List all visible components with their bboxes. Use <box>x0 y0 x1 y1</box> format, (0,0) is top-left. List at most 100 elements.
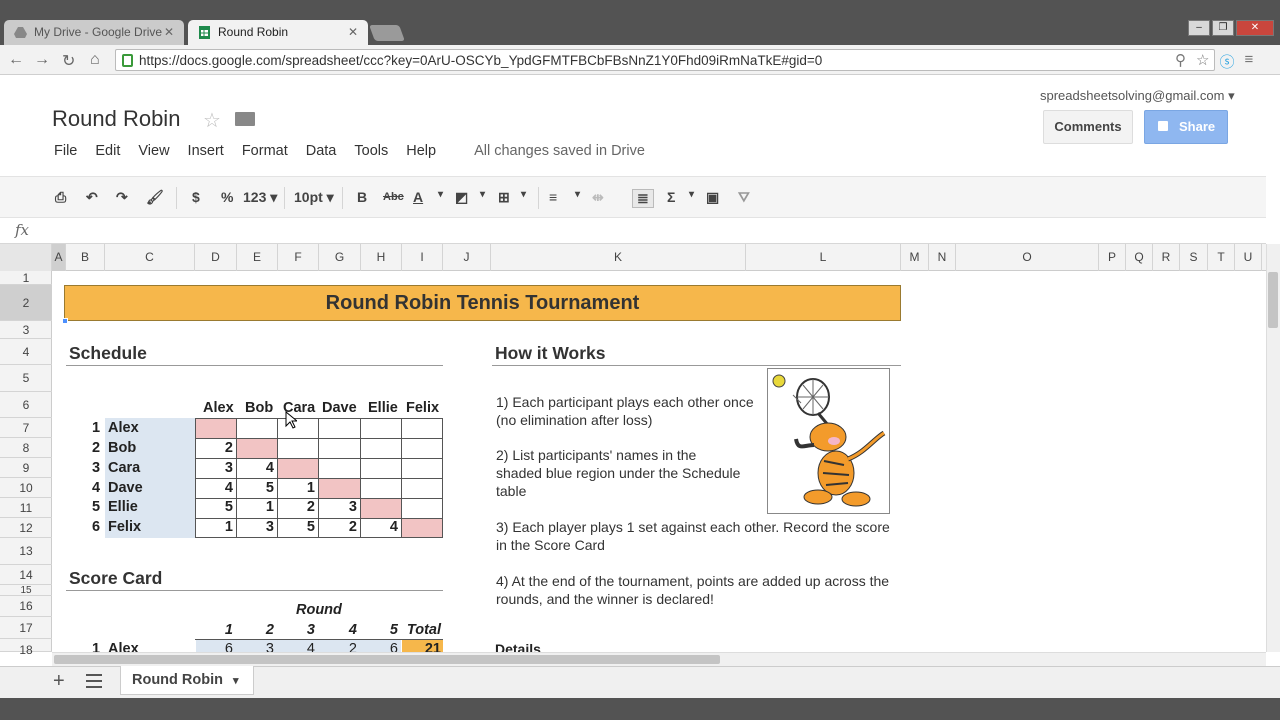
round-cell[interactable]: 2 <box>318 519 357 535</box>
column-header-j[interactable]: J <box>443 244 491 271</box>
row-header-13[interactable]: 13 <box>0 538 52 565</box>
insert-chart-icon[interactable]: ▣ <box>706 189 719 206</box>
undo-icon[interactable]: ↶ <box>86 189 98 206</box>
menu-help[interactable]: Help <box>406 143 436 159</box>
column-header-l[interactable]: L <box>746 244 901 271</box>
column-header-d[interactable]: D <box>195 244 237 271</box>
close-tab-icon[interactable]: ✕ <box>348 20 358 45</box>
row-header-12[interactable]: 12 <box>0 518 52 538</box>
menu-edit[interactable]: Edit <box>95 143 120 159</box>
browser-tab-round-robin[interactable]: Round Robin ✕ <box>188 20 368 45</box>
share-button[interactable]: Share <box>1144 110 1228 144</box>
player-name[interactable]: Cara <box>108 460 140 476</box>
column-header-p[interactable]: P <box>1099 244 1126 271</box>
player-name[interactable]: Felix <box>108 519 141 535</box>
merge-cells-icon[interactable]: ⇹ <box>592 189 604 206</box>
player-name[interactable]: Ellie <box>108 499 138 515</box>
score-cell[interactable]: 4 <box>277 641 315 652</box>
row-header-16[interactable]: 16 <box>0 596 52 617</box>
row-header-11[interactable]: 11 <box>0 498 52 518</box>
score-cell[interactable]: 3 <box>236 641 274 652</box>
select-all-corner[interactable] <box>0 244 52 271</box>
player-name[interactable]: Alex <box>108 420 139 436</box>
add-sheet-icon[interactable]: + <box>53 670 65 693</box>
text-color-button[interactable]: A <box>413 189 423 205</box>
player-name[interactable]: Bob <box>108 440 136 456</box>
functions-button[interactable]: Σ <box>667 189 675 205</box>
score-cell[interactable]: 6 <box>360 641 398 652</box>
back-icon[interactable]: ← <box>8 51 24 69</box>
score-cell[interactable]: 2 <box>318 641 357 652</box>
round-cell[interactable]: 1 <box>277 480 315 496</box>
column-header-q[interactable]: Q <box>1126 244 1153 271</box>
borders-icon[interactable]: ⊞ <box>498 189 510 206</box>
sheet-tab-round-robin[interactable]: Round Robin ▾ <box>120 666 254 695</box>
menu-tools[interactable]: Tools <box>354 143 388 159</box>
row-header-6[interactable]: 6 <box>0 392 52 418</box>
round-cell[interactable]: 4 <box>360 519 398 535</box>
currency-format-button[interactable]: $ <box>192 189 200 205</box>
round-cell[interactable]: 3 <box>236 519 274 535</box>
skype-icon[interactable]: ⓢ <box>1219 51 1234 72</box>
row-header-9[interactable]: 9 <box>0 458 52 478</box>
row-header-3[interactable]: 3 <box>0 321 52 339</box>
new-tab-button[interactable] <box>369 25 405 41</box>
column-header-n[interactable]: N <box>929 244 956 271</box>
round-cell[interactable]: 1 <box>236 499 274 515</box>
fill-handle[interactable] <box>62 318 68 324</box>
close-tab-icon[interactable]: ✕ <box>164 20 174 45</box>
document-title[interactable]: Round Robin <box>52 106 180 132</box>
column-header-u[interactable]: U <box>1235 244 1262 271</box>
row-header-2[interactable]: 2 <box>0 285 52 321</box>
sheet-list-icon[interactable] <box>86 674 102 688</box>
column-header-m[interactable]: M <box>901 244 929 271</box>
menu-format[interactable]: Format <box>242 143 288 159</box>
column-header-s[interactable]: S <box>1180 244 1208 271</box>
bookmark-star-icon[interactable]: ☆ <box>1196 51 1209 72</box>
round-cell[interactable]: 3 <box>195 460 233 476</box>
comments-button[interactable]: Comments <box>1043 110 1133 144</box>
column-header-h[interactable]: H <box>361 244 402 271</box>
player-name[interactable]: Dave <box>108 480 143 496</box>
minimize-icon[interactable]: – <box>1188 20 1210 36</box>
folder-icon[interactable] <box>235 112 255 126</box>
round-cell[interactable]: 5 <box>195 499 233 515</box>
column-header-k[interactable]: K <box>491 244 746 271</box>
chevron-down-icon[interactable]: ▾ <box>521 189 526 200</box>
round-cell[interactable]: 1 <box>195 519 233 535</box>
total-value[interactable]: 21 <box>401 641 441 652</box>
horizontal-scroll-thumb[interactable] <box>54 655 720 664</box>
column-header-c[interactable]: C <box>105 244 195 271</box>
chevron-down-icon[interactable]: ▾ <box>438 189 443 200</box>
print-icon[interactable]: ⎙ <box>55 189 66 206</box>
vertical-scroll-thumb[interactable] <box>1268 272 1278 328</box>
percent-format-button[interactable]: % <box>221 189 233 205</box>
column-header-a[interactable]: A <box>52 244 66 271</box>
column-header-i[interactable]: I <box>402 244 443 271</box>
row-header-7[interactable]: 7 <box>0 418 52 438</box>
row-header-10[interactable]: 10 <box>0 478 52 498</box>
row-header-4[interactable]: 4 <box>0 339 52 365</box>
chevron-down-icon[interactable]: ▾ <box>689 189 694 200</box>
chevron-down-icon[interactable]: ▾ <box>480 189 485 200</box>
column-header-b[interactable]: B <box>66 244 105 271</box>
number-format-button[interactable]: 123 ▾ <box>243 189 277 206</box>
strikethrough-button[interactable]: Abc <box>383 191 404 203</box>
menu-file[interactable]: File <box>54 143 77 159</box>
column-header-f[interactable]: F <box>278 244 319 271</box>
close-window-icon[interactable]: ✕ <box>1236 20 1274 36</box>
row-header-8[interactable]: 8 <box>0 438 52 458</box>
filter-icon[interactable]: ⛛ <box>738 189 750 206</box>
round-cell[interactable]: 5 <box>236 480 274 496</box>
restore-icon[interactable]: ❐ <box>1212 20 1234 36</box>
column-header-r[interactable]: R <box>1153 244 1180 271</box>
star-icon[interactable]: ☆ <box>203 108 221 133</box>
menu-icon[interactable]: ≡ <box>1244 51 1253 72</box>
row-header-1[interactable]: 1 <box>0 271 52 285</box>
row-header-5[interactable]: 5 <box>0 365 52 392</box>
tournament-banner[interactable]: Round Robin Tennis Tournament <box>64 285 901 321</box>
font-size-select[interactable]: 10pt ▾ <box>294 189 334 206</box>
round-cell[interactable]: 5 <box>277 519 315 535</box>
column-header-g[interactable]: G <box>319 244 361 271</box>
account-email[interactable]: spreadsheetsolving@gmail.com ▾ <box>1040 88 1235 104</box>
